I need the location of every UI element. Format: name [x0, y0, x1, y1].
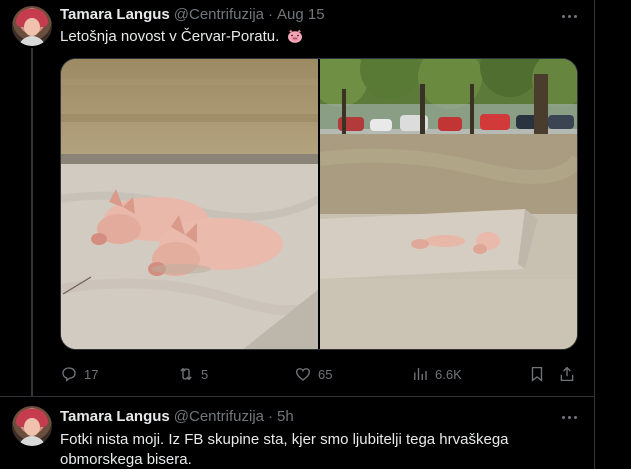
author-handle[interactable]: @Centrifuzija — [174, 408, 264, 425]
tweet-header: Tamara Langus @Centrifuzija · 5h — [60, 408, 294, 425]
timestamp[interactable]: 5h — [277, 408, 294, 425]
share-icon — [560, 366, 574, 382]
author-name[interactable]: Tamara Langus — [60, 408, 170, 425]
thread-connector-line — [31, 48, 33, 396]
view-count: 6.6K — [435, 366, 462, 382]
reply-count: 17 — [84, 366, 99, 382]
pigs-under-trees-image — [320, 59, 577, 349]
repost-count: 5 — [201, 366, 209, 382]
like-button[interactable]: 65 — [294, 360, 332, 388]
repost-button[interactable]: 5 — [177, 360, 208, 388]
bookmark-icon — [531, 366, 543, 382]
heart-icon — [295, 368, 311, 381]
reply-icon — [62, 367, 76, 382]
share-button[interactable] — [558, 360, 576, 388]
more-options-icon[interactable] — [560, 408, 578, 426]
tweet-text: Fotki nista moji. Iz FB skupine sta, kje… — [60, 431, 509, 468]
photo-pigs-in-sand[interactable] — [61, 59, 318, 349]
pig-face-icon — [288, 29, 303, 43]
tweet-text-content: Letošnja novost v Červar-Poratu. — [60, 28, 280, 45]
author-handle[interactable]: @Centrifuzija — [174, 6, 264, 23]
views-chart-icon — [414, 368, 427, 380]
timeline-border — [594, 0, 595, 469]
reply-button[interactable]: 17 — [60, 360, 98, 388]
like-count: 65 — [318, 366, 333, 382]
timestamp[interactable]: Aug 15 — [277, 6, 325, 23]
author-name[interactable]: Tamara Langus — [60, 6, 170, 23]
pigs-in-sand-image — [61, 59, 318, 349]
more-options-icon[interactable] — [560, 7, 578, 25]
photo-pigs-under-trees[interactable] — [320, 59, 577, 349]
bookmark-button[interactable] — [528, 360, 546, 388]
media-gallery[interactable] — [60, 58, 578, 350]
tweet-text: Letošnja novost v Červar-Poratu. — [60, 27, 580, 47]
tweet-actions-bar: 17 5 65 6.6K — [60, 360, 580, 388]
tweet-header: Tamara Langus @Centrifuzija · Aug 15 — [60, 6, 325, 23]
tweet[interactable]: Tamara Langus @Centrifuzija · 5h Fotki n… — [0, 396, 594, 469]
avatar[interactable] — [12, 6, 52, 46]
separator-dot: · — [268, 6, 274, 23]
separator-dot: · — [268, 408, 274, 425]
repost-icon — [180, 367, 192, 381]
avatar[interactable] — [12, 406, 52, 446]
views-button[interactable]: 6.6K — [411, 360, 462, 388]
tweet[interactable]: Tamara Langus @Centrifuzija · Aug 15 Let… — [0, 0, 594, 396]
